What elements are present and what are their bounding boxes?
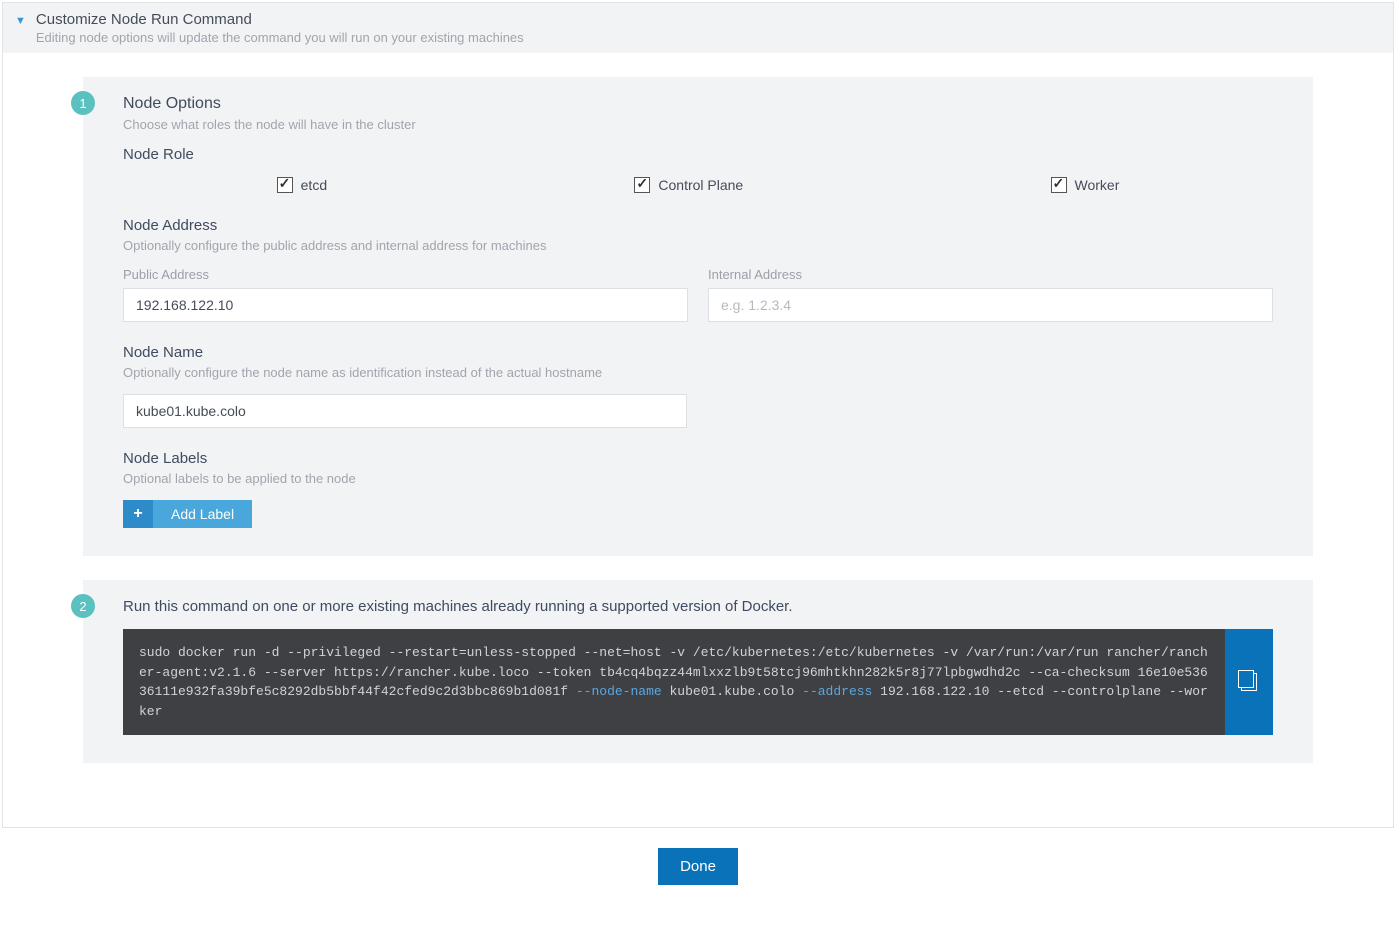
address-row: Public Address Internal Address <box>123 267 1273 322</box>
step-run-command: 2 Run this command on one or more existi… <box>83 580 1313 763</box>
checkbox-worker-icon[interactable] <box>1051 177 1067 193</box>
panel-title: Customize Node Run Command <box>36 11 1381 28</box>
cmd-address-flag: --address <box>802 684 872 699</box>
add-label-text: Add Label <box>153 500 252 528</box>
cmd-address-val: 192.168.122.10 <box>872 684 997 699</box>
node-name-title: Node Name <box>123 344 1273 361</box>
step-badge-1: 1 <box>71 91 95 115</box>
role-control-plane[interactable]: Control Plane <box>634 177 743 193</box>
role-etcd-label: etcd <box>301 177 327 193</box>
node-labels-subtitle: Optional labels to be applied to the nod… <box>123 471 1273 486</box>
customize-panel: ▼ Customize Node Run Command Editing nod… <box>2 2 1394 828</box>
command-wrap: sudo docker run -d --privileged --restar… <box>123 629 1273 735</box>
step-badge-2: 2 <box>71 594 95 618</box>
internal-address-label: Internal Address <box>708 267 1273 282</box>
node-role-label: Node Role <box>123 146 1273 163</box>
checkbox-etcd-icon[interactable] <box>277 177 293 193</box>
panel-header: ▼ Customize Node Run Command Editing nod… <box>3 3 1393 53</box>
public-address-input[interactable] <box>123 288 688 322</box>
role-control-plane-label: Control Plane <box>658 177 743 193</box>
node-name-input[interactable] <box>123 394 687 428</box>
run-command-title: Run this command on one or more existing… <box>123 598 1273 615</box>
add-label-button[interactable]: + Add Label <box>123 500 252 528</box>
footer: Done <box>0 830 1396 913</box>
internal-address-input[interactable] <box>708 288 1273 322</box>
node-address-subtitle: Optionally configure the public address … <box>123 238 1273 253</box>
cmd-nodename-flag: --node-name <box>576 684 662 699</box>
cmd-nodename-val: kube01.kube.colo <box>662 684 802 699</box>
command-box[interactable]: sudo docker run -d --privileged --restar… <box>123 629 1225 735</box>
panel-subtitle: Editing node options will update the com… <box>36 30 1381 45</box>
done-button[interactable]: Done <box>658 848 738 885</box>
checkbox-control-plane-icon[interactable] <box>634 177 650 193</box>
node-role-row: etcd Control Plane Worker <box>123 167 1273 217</box>
step-node-options: 1 Node Options Choose what roles the nod… <box>83 77 1313 556</box>
public-address-label: Public Address <box>123 267 688 282</box>
role-worker-label: Worker <box>1075 177 1120 193</box>
node-options-title: Node Options <box>123 95 1273 113</box>
node-address-title: Node Address <box>123 217 1273 234</box>
node-options-subtitle: Choose what roles the node will have in … <box>123 117 1273 132</box>
node-name-subtitle: Optionally configure the node name as id… <box>123 365 1273 380</box>
clipboard-icon <box>1241 673 1257 691</box>
collapse-caret-icon[interactable]: ▼ <box>15 15 26 27</box>
role-worker[interactable]: Worker <box>1051 177 1120 193</box>
copy-command-button[interactable] <box>1225 629 1273 735</box>
role-etcd[interactable]: etcd <box>277 177 327 193</box>
node-labels-title: Node Labels <box>123 450 1273 467</box>
plus-icon: + <box>123 500 153 528</box>
panel-body: 1 Node Options Choose what roles the nod… <box>3 53 1393 827</box>
